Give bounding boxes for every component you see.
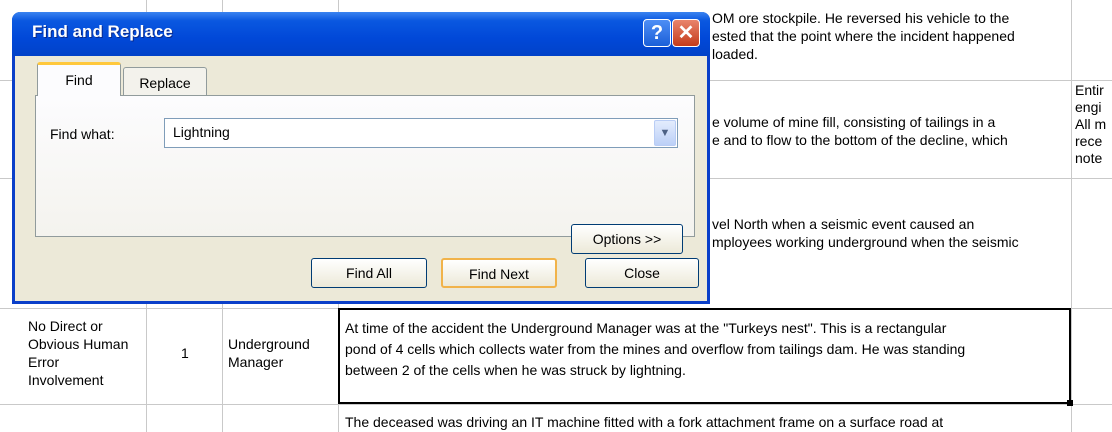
cell-notes[interactable]: engi: [1075, 99, 1101, 116]
cell-role[interactable]: Underground: [228, 336, 310, 353]
find-what-combobox[interactable]: Lightning ▼: [164, 118, 678, 148]
tab-replace-label: Replace: [139, 75, 191, 91]
fill-handle[interactable]: [1067, 400, 1073, 406]
cell-cause[interactable]: Obvious Human: [28, 336, 128, 353]
cell-description[interactable]: loaded.: [712, 46, 758, 63]
close-icon[interactable]: ✕: [672, 19, 700, 47]
cell-count[interactable]: 1: [181, 345, 189, 362]
chevron-down-icon[interactable]: ▼: [654, 120, 676, 146]
close-button[interactable]: Close: [585, 258, 699, 288]
cell-role[interactable]: Manager: [228, 354, 283, 371]
find-replace-dialog: Find and Replace ? ✕ Find Replace Find w…: [12, 12, 710, 304]
cell-description[interactable]: ested that the point where the incident …: [712, 28, 1015, 45]
cell-cause[interactable]: Involvement: [28, 372, 103, 389]
cell-description[interactable]: e volume of mine fill, consisting of tai…: [712, 114, 995, 131]
cell-description[interactable]: OM ore stockpile. He reversed his vehicl…: [712, 10, 1009, 27]
column-divider: [1071, 0, 1072, 432]
cell-notes[interactable]: Entir: [1075, 82, 1104, 99]
cell-description[interactable]: vel North when a seismic event caused an: [712, 216, 974, 233]
cell-cause[interactable]: No Direct or: [28, 318, 103, 335]
find-next-button[interactable]: Find Next: [441, 258, 557, 288]
find-what-label: Find what:: [50, 126, 115, 142]
find-tab-panel: Find what: Lightning ▼: [35, 95, 695, 237]
dialog-title: Find and Replace: [32, 22, 173, 41]
cell-cause[interactable]: Error: [28, 354, 59, 371]
find-all-button[interactable]: Find All: [311, 258, 427, 288]
active-cell-selection[interactable]: [338, 308, 1071, 404]
cell-description[interactable]: e and to flow to the bottom of the decli…: [712, 132, 1008, 149]
tab-find-label: Find: [65, 72, 93, 88]
cell-notes[interactable]: note: [1075, 150, 1102, 177]
cell-description[interactable]: The deceased was driving an IT machine f…: [345, 414, 943, 432]
cell-notes[interactable]: rece: [1075, 133, 1102, 150]
find-what-input[interactable]: Lightning: [173, 124, 230, 140]
cell-description[interactable]: mployees working underground when the se…: [712, 234, 1019, 251]
dialog-title-bar[interactable]: Find and Replace ? ✕: [12, 12, 710, 56]
row-divider: [0, 404, 1112, 405]
cell-notes[interactable]: All m: [1075, 116, 1106, 133]
help-button[interactable]: ?: [643, 19, 671, 47]
options-button[interactable]: Options >>: [571, 224, 683, 254]
tab-find[interactable]: Find: [37, 62, 121, 96]
